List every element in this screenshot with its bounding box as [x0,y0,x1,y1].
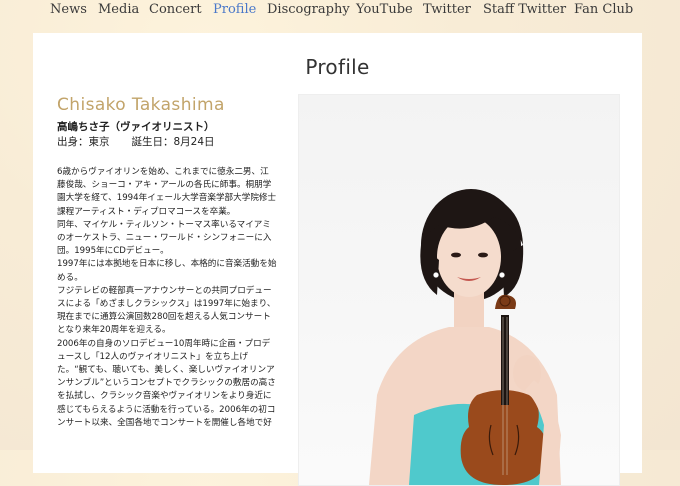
nav-item-news[interactable]: News [50,2,87,17]
bio-line: 藤俊哉、ショーコ・アキ・アールの各氏に師事。桐朋学 [57,180,272,191]
bio-line: 1997年には本拠地を日本に移し、本格的に音楽活動を始 [57,259,277,270]
birthday-text: 誕生日：8月24日 [131,136,215,148]
main-nav: News Media Concert Profile Discography Y… [0,0,680,22]
nav-item-concert[interactable]: Concert [149,2,202,17]
bio-line: 団。1995年にCDデビュー。 [57,246,169,257]
bio-line: 園大学を経て、1994年イェール大学音楽学部大学院修士 [57,193,277,204]
artist-name-japanese: 高嶋ちさ子（ヴァイオリニスト） [57,121,215,133]
bio-line: ンサンブル”というコンセプトでクラシックの敷居の高さ [57,378,276,389]
bio-line: 同年、マイケル・ティルソン・トーマス率いるマイアミ [57,219,271,230]
bio-line: 課程アーティスト・ディプロマコースを卒業。 [57,206,236,217]
bio-line: 現在までに通算公演回数280回を超える人気コンサート [57,312,271,323]
bio-line: フジテレビの軽部真一アナウンサーとの共同プロデュー [57,285,272,296]
nav-item-twitter[interactable]: Twitter [423,2,471,17]
bio-line: スによる「めざましクラシックス」は1997年に始まり、 [57,299,276,310]
artist-portrait-illustration [369,189,561,485]
bio-line: ュースし「12人のヴァイオリニスト」を立ち上げ [57,351,248,362]
bio-line: 2006年の自身のソロデビュー10周年時に企画・プロデ [57,338,271,349]
artist-info-row: 出身：東京 誕生日：8月24日 [57,134,215,149]
bio-line: となり来年20周年を迎える。 [57,325,171,336]
nav-item-discography[interactable]: Discography [267,2,350,17]
nav-item-staff-twitter[interactable]: Staff Twitter [483,2,566,17]
artist-photo [298,94,620,486]
bio-line: のオーケストラ、ニュー・ワールド・シンフォニーに入 [57,233,272,244]
page-title: Profile [305,55,370,79]
bio-line: ンサート以来、全国各地でコンサートを開催し各地で好 [57,417,272,428]
artist-name-english: Chisako Takashima [57,95,225,115]
nav-item-media[interactable]: Media [98,2,139,17]
content-panel: Profile Chisako Takashima 高嶋ちさ子（ヴァイオリニスト… [33,33,642,486]
nav-item-fan-club[interactable]: Fan Club [574,2,633,17]
bio-line: た。“観ても、聴いても、美しく、楽しいヴァイオリンア [57,365,275,376]
nav-item-profile[interactable]: Profile [213,2,256,17]
nav-item-youtube[interactable]: YouTube [356,2,413,17]
bio-line: 6歳からヴァイオリンを始め、これまでに徳永二男、江 [57,167,269,177]
bio-line: を払拭し、クラシック音楽やヴァイオリンをより身近に [57,391,272,402]
bio-line: める。 [57,272,83,283]
birthplace-text: 出身：東京 [57,136,110,148]
bio-line: 感じてもらえるように活動を行っている。2006年の初コ [57,404,276,415]
biography-text: 6歳からヴァイオリンを始め、これまでに徳永二男、江 藤俊哉、ショーコ・アキ・アー… [57,166,289,430]
